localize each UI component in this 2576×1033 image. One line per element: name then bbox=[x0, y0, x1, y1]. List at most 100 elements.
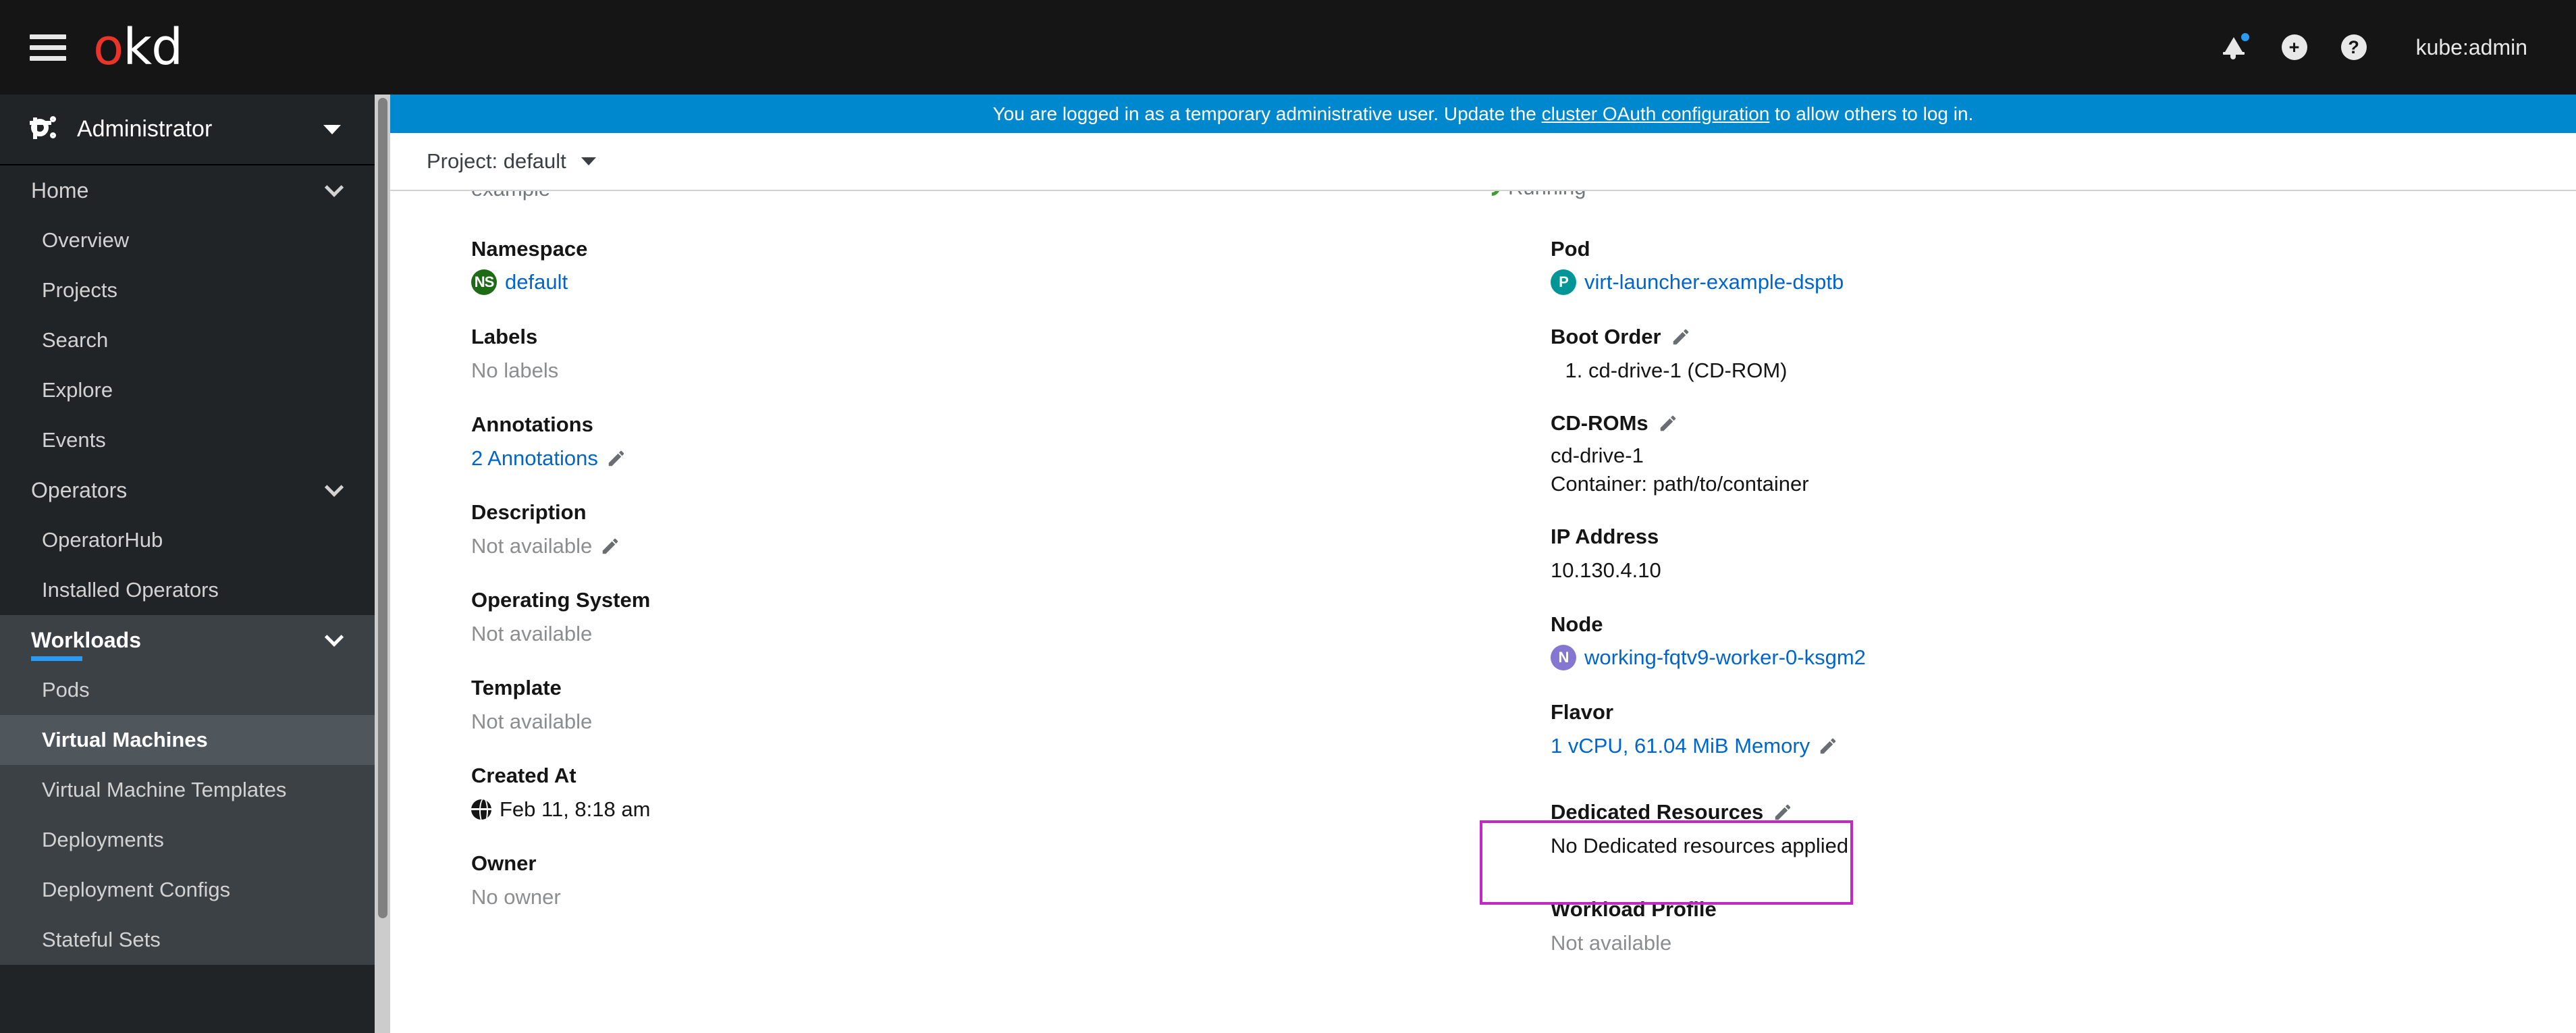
perspective-switcher[interactable]: Administrator bbox=[0, 95, 375, 165]
project-selector-dropdown[interactable]: Project: default bbox=[427, 149, 596, 174]
field-value: Feb 11, 8:18 am bbox=[471, 797, 1497, 822]
cogs-icon bbox=[30, 115, 61, 143]
sidebar-item-projects[interactable]: Projects bbox=[0, 265, 375, 315]
hamburger-menu-icon[interactable] bbox=[30, 32, 66, 62]
banner-text-after: to allow others to log in. bbox=[1769, 103, 1974, 124]
cdrom-container: Container: path/to/container bbox=[1551, 472, 1809, 496]
field-namespace: Namespace NS default bbox=[471, 237, 1497, 295]
edit-pencil-icon[interactable] bbox=[1658, 413, 1678, 433]
project-bar: Project: default bbox=[390, 133, 2576, 191]
nav-section-home: Home Overview Projects Search Explore Ev… bbox=[0, 165, 375, 465]
field-label: Description bbox=[471, 500, 587, 524]
hamburger-bar bbox=[30, 45, 66, 50]
sidebar-item-pods[interactable]: Pods bbox=[0, 665, 375, 715]
field-label: Flavor bbox=[1551, 700, 1614, 724]
add-button[interactable]: + bbox=[2265, 18, 2324, 77]
sidebar-item-search[interactable]: Search bbox=[0, 315, 375, 365]
field-value: Not available bbox=[471, 710, 593, 733]
field-node: Node N working-fqtv9-worker-0-ksgm2 bbox=[1551, 612, 2576, 670]
nav-group-workloads[interactable]: Workloads bbox=[0, 615, 375, 665]
user-menu[interactable]: kube:admin bbox=[2416, 35, 2527, 60]
namespace-badge-icon: NS bbox=[471, 269, 497, 295]
field-dedicated-resources: Dedicated Resources No Dedicated resourc… bbox=[1551, 800, 2576, 858]
sidebar-item-deployment-configs[interactable]: Deployment Configs bbox=[0, 865, 375, 915]
field-ip-address: IP Address 10.130.4.10 bbox=[1551, 525, 2576, 583]
field-value: N working-fqtv9-worker-0-ksgm2 bbox=[1551, 645, 2576, 670]
banner-message: You are logged in as a temporary adminis… bbox=[993, 103, 1974, 125]
plus-circle-icon: + bbox=[2281, 34, 2307, 60]
bell-icon bbox=[2222, 32, 2251, 60]
okd-logo[interactable]: o kd bbox=[93, 18, 183, 76]
nav-group-label: Workloads bbox=[31, 627, 141, 652]
temporary-admin-banner: You are logged in as a temporary adminis… bbox=[390, 95, 2576, 133]
field-operating-system: Operating System Not available bbox=[471, 588, 1497, 646]
nav-section-workloads: Workloads Pods Virtual Machines Virtual … bbox=[0, 615, 375, 965]
sidebar-item-virtual-machine-templates[interactable]: Virtual Machine Templates bbox=[0, 765, 375, 815]
cluster-oauth-configuration-link[interactable]: cluster OAuth configuration bbox=[1542, 103, 1770, 124]
chevron-down-icon bbox=[324, 627, 344, 647]
field-value: Not available bbox=[1551, 931, 1672, 955]
sidebar-item-operatorhub[interactable]: OperatorHub bbox=[0, 515, 375, 565]
nav-group-label: Operators bbox=[31, 477, 128, 502]
sidebar-item-deployments[interactable]: Deployments bbox=[0, 815, 375, 865]
globe-icon bbox=[471, 799, 491, 820]
node-link[interactable]: working-fqtv9-worker-0-ksgm2 bbox=[1584, 645, 1866, 670]
chevron-down-icon bbox=[581, 157, 596, 165]
edit-pencil-icon[interactable] bbox=[1818, 736, 1838, 756]
field-label: Node bbox=[1551, 612, 1603, 636]
field-boot-order: Boot Order cd-drive-1 (CD-ROM) bbox=[1551, 325, 2576, 383]
sidebar-item-installed-operators[interactable]: Installed Operators bbox=[0, 565, 375, 615]
field-label: Owner bbox=[471, 851, 537, 875]
pod-link[interactable]: virt-launcher-example-dsptb bbox=[1584, 270, 1844, 294]
nav-group-operators[interactable]: Operators bbox=[0, 465, 375, 515]
vm-details-content: example Running Namespace NS default Lab… bbox=[390, 191, 2576, 1033]
edit-pencil-icon[interactable] bbox=[600, 536, 620, 556]
field-value: 10.130.4.10 bbox=[1551, 558, 1661, 582]
field-label: Labels bbox=[471, 325, 538, 348]
edit-pencil-icon[interactable] bbox=[606, 448, 626, 469]
boot-order-label: Boot Order bbox=[1551, 325, 1661, 348]
node-badge-icon: N bbox=[1551, 645, 1576, 670]
flavor-link[interactable]: 1 vCPU, 61.04 MiB Memory bbox=[1551, 734, 1810, 758]
details-left-column: Namespace NS default Labels No labels An… bbox=[471, 191, 1497, 955]
help-button[interactable]: ? bbox=[2324, 18, 2384, 77]
field-label: CD-ROMs bbox=[1551, 411, 2576, 435]
sidebar-item-virtual-machines[interactable]: Virtual Machines bbox=[0, 715, 375, 765]
question-circle-icon: ? bbox=[2340, 34, 2367, 60]
field-value: No labels bbox=[471, 359, 559, 382]
details-right-column: Pod P virt-launcher-example-dsptb Boot O… bbox=[1551, 191, 2576, 955]
edit-pencil-icon[interactable] bbox=[1671, 327, 1691, 347]
namespace-link[interactable]: default bbox=[505, 270, 568, 294]
chevron-down-icon bbox=[324, 178, 344, 197]
hamburger-bar bbox=[30, 55, 66, 61]
field-label: Annotations bbox=[471, 413, 593, 436]
annotations-link[interactable]: 2 Annotations bbox=[471, 446, 598, 471]
field-pod: Pod P virt-launcher-example-dsptb bbox=[1551, 237, 2576, 295]
chevron-down-icon bbox=[324, 477, 344, 497]
nav-group-home[interactable]: Home bbox=[0, 165, 375, 215]
sidebar-item-explore[interactable]: Explore bbox=[0, 365, 375, 415]
notification-bell-button[interactable] bbox=[2205, 18, 2265, 77]
field-workload-profile: Workload Profile Not available bbox=[1551, 897, 2576, 955]
field-value: No owner bbox=[471, 885, 561, 909]
sidebar-item-overview[interactable]: Overview bbox=[0, 215, 375, 265]
logo-letters-kd: kd bbox=[123, 18, 183, 76]
sidebar-item-stateful-sets[interactable]: Stateful Sets bbox=[0, 915, 375, 965]
boot-order-list: cd-drive-1 (CD-ROM) bbox=[1551, 359, 2576, 383]
field-value: Not available bbox=[471, 534, 1497, 558]
created-at-value: Feb 11, 8:18 am bbox=[500, 797, 651, 821]
sidebar-scrollbar-thumb[interactable] bbox=[378, 98, 387, 918]
field-annotations: Annotations 2 Annotations bbox=[471, 413, 1497, 471]
cdrom-name: cd-drive-1 bbox=[1551, 444, 1644, 467]
nav-section-operators: Operators OperatorHub Installed Operator… bbox=[0, 465, 375, 615]
details-columns: Namespace NS default Labels No labels An… bbox=[390, 191, 2576, 955]
sidebar-navigation: Administrator Home Overview Projects Sea… bbox=[0, 95, 375, 1033]
sidebar-item-events[interactable]: Events bbox=[0, 415, 375, 465]
field-label: IP Address bbox=[1551, 525, 1659, 548]
dedicated-resources-label: Dedicated Resources bbox=[1551, 800, 1764, 824]
banner-text-before: You are logged in as a temporary adminis… bbox=[992, 103, 1542, 124]
field-label: Workload Profile bbox=[1551, 897, 1717, 921]
field-labels: Labels No labels bbox=[471, 325, 1497, 383]
edit-pencil-icon[interactable] bbox=[1773, 802, 1793, 822]
field-label: Created At bbox=[471, 764, 576, 787]
